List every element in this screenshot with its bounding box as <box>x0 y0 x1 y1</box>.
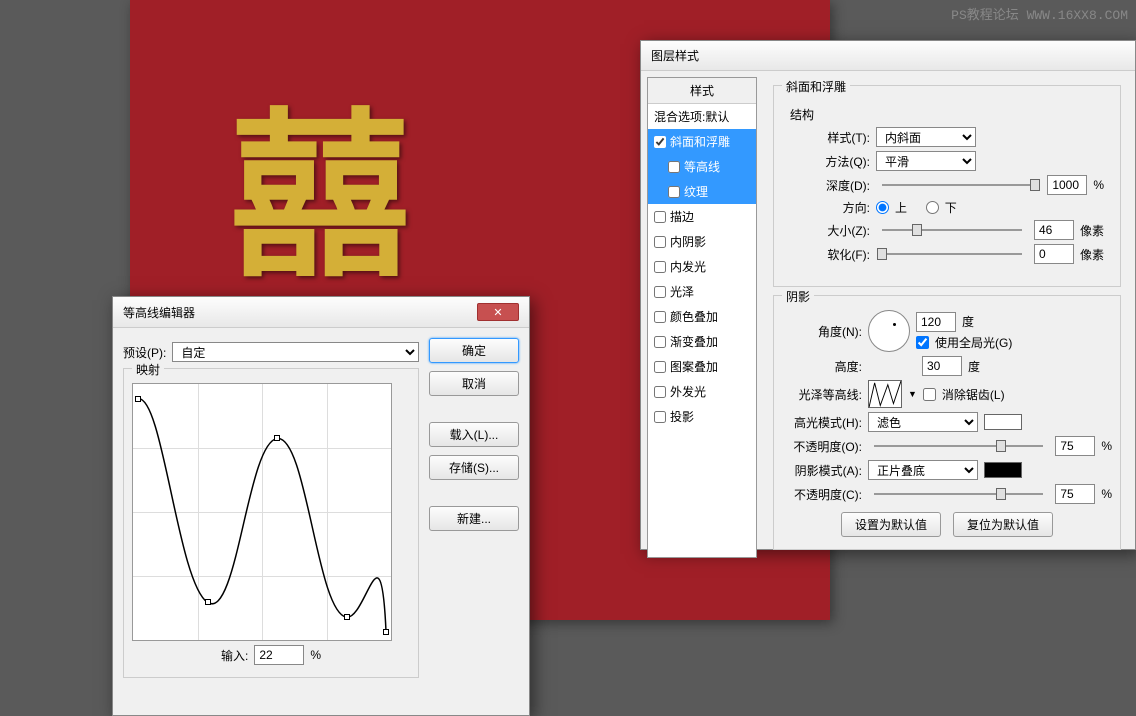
highlight-color-swatch[interactable] <box>984 414 1022 430</box>
gold-double-happiness-text: 囍 <box>230 50 390 311</box>
gloss-contour-thumb[interactable] <box>868 380 902 408</box>
altitude-input[interactable] <box>922 356 962 376</box>
texture-item[interactable]: 纹理 <box>648 179 756 204</box>
cancel-button[interactable]: 取消 <box>429 371 519 396</box>
bevel-legend: 斜面和浮雕 <box>782 78 850 95</box>
inner-shadow-item[interactable]: 内阴影 <box>648 229 756 254</box>
contour-input-value[interactable] <box>254 645 304 665</box>
contour-checkbox[interactable] <box>668 161 680 173</box>
load-button[interactable]: 载入(L)... <box>429 422 519 447</box>
style-list-header: 样式 <box>648 78 756 104</box>
watermark-text: PS教程论坛 WWW.16XX8.COM <box>951 4 1128 23</box>
bevel-checkbox[interactable] <box>654 136 666 148</box>
hl-opacity-slider[interactable] <box>874 445 1043 447</box>
satin-item[interactable]: 光泽 <box>648 279 756 304</box>
preset-select[interactable]: 自定 <box>172 342 419 362</box>
antialias-checkbox[interactable] <box>923 388 936 401</box>
contour-editor-titlebar[interactable]: 等高线编辑器 ✕ <box>113 297 529 328</box>
close-icon[interactable]: ✕ <box>477 303 519 321</box>
layer-style-dialog: 图层样式 样式 混合选项:默认 斜面和浮雕 等高线 纹理 描边 内阴影 内发光 … <box>640 40 1136 550</box>
shadow-color-swatch[interactable] <box>984 462 1022 478</box>
pattern-overlay-item[interactable]: 图案叠加 <box>648 354 756 379</box>
angle-input[interactable] <box>916 312 956 332</box>
bevel-panel: 斜面和浮雕 结构 样式(T):内斜面 方法(Q):平滑 深度(D):% 方向:上… <box>773 85 1121 287</box>
texture-checkbox[interactable] <box>668 186 680 198</box>
angle-dial[interactable] <box>868 310 910 352</box>
style-select[interactable]: 内斜面 <box>876 127 976 147</box>
gradient-overlay-item[interactable]: 渐变叠加 <box>648 329 756 354</box>
depth-slider[interactable] <box>882 184 1035 186</box>
soften-input[interactable] <box>1034 244 1074 264</box>
shading-panel: 阴影 角度(N): 度 使用全局光(G) 高度:度 光泽等高线: ▼ 消除锯齿(… <box>773 295 1121 550</box>
contour-editor-dialog: 等高线编辑器 ✕ 预设(P): 自定 映射 <box>112 296 530 716</box>
global-light-checkbox[interactable] <box>916 336 929 349</box>
new-button[interactable]: 新建... <box>429 506 519 531</box>
blending-options-item[interactable]: 混合选项:默认 <box>648 104 756 129</box>
outer-glow-item[interactable]: 外发光 <box>648 379 756 404</box>
size-input[interactable] <box>1034 220 1074 240</box>
inner-glow-item[interactable]: 内发光 <box>648 254 756 279</box>
layer-style-titlebar[interactable]: 图层样式 <box>641 41 1135 71</box>
direction-down-radio[interactable] <box>926 201 939 214</box>
technique-select[interactable]: 平滑 <box>876 151 976 171</box>
depth-input[interactable] <box>1047 175 1087 195</box>
ok-button[interactable]: 确定 <box>429 338 519 363</box>
sh-opacity-slider[interactable] <box>874 493 1043 495</box>
bevel-emboss-item[interactable]: 斜面和浮雕 <box>648 129 756 154</box>
shadow-mode-select[interactable]: 正片叠底 <box>868 460 978 480</box>
stroke-item[interactable]: 描边 <box>648 204 756 229</box>
hl-opacity-input[interactable] <box>1055 436 1095 456</box>
soften-slider[interactable] <box>882 253 1022 255</box>
reset-default-button[interactable]: 复位为默认值 <box>953 512 1053 537</box>
highlight-mode-select[interactable]: 滤色 <box>868 412 978 432</box>
contour-editor-title: 等高线编辑器 <box>123 304 195 321</box>
contour-item[interactable]: 等高线 <box>648 154 756 179</box>
save-button[interactable]: 存储(S)... <box>429 455 519 480</box>
shading-legend: 阴影 <box>782 288 814 305</box>
sh-opacity-input[interactable] <box>1055 484 1095 504</box>
size-slider[interactable] <box>882 229 1022 231</box>
color-overlay-item[interactable]: 颜色叠加 <box>648 304 756 329</box>
mapping-legend: 映射 <box>132 361 164 378</box>
make-default-button[interactable]: 设置为默认值 <box>841 512 941 537</box>
style-list: 样式 混合选项:默认 斜面和浮雕 等高线 纹理 描边 内阴影 内发光 光泽 颜色… <box>647 77 757 558</box>
layer-style-title: 图层样式 <box>651 47 699 64</box>
drop-shadow-item[interactable]: 投影 <box>648 404 756 429</box>
contour-graph[interactable] <box>132 383 392 641</box>
structure-label: 结构 <box>790 106 1104 123</box>
direction-up-radio[interactable] <box>876 201 889 214</box>
